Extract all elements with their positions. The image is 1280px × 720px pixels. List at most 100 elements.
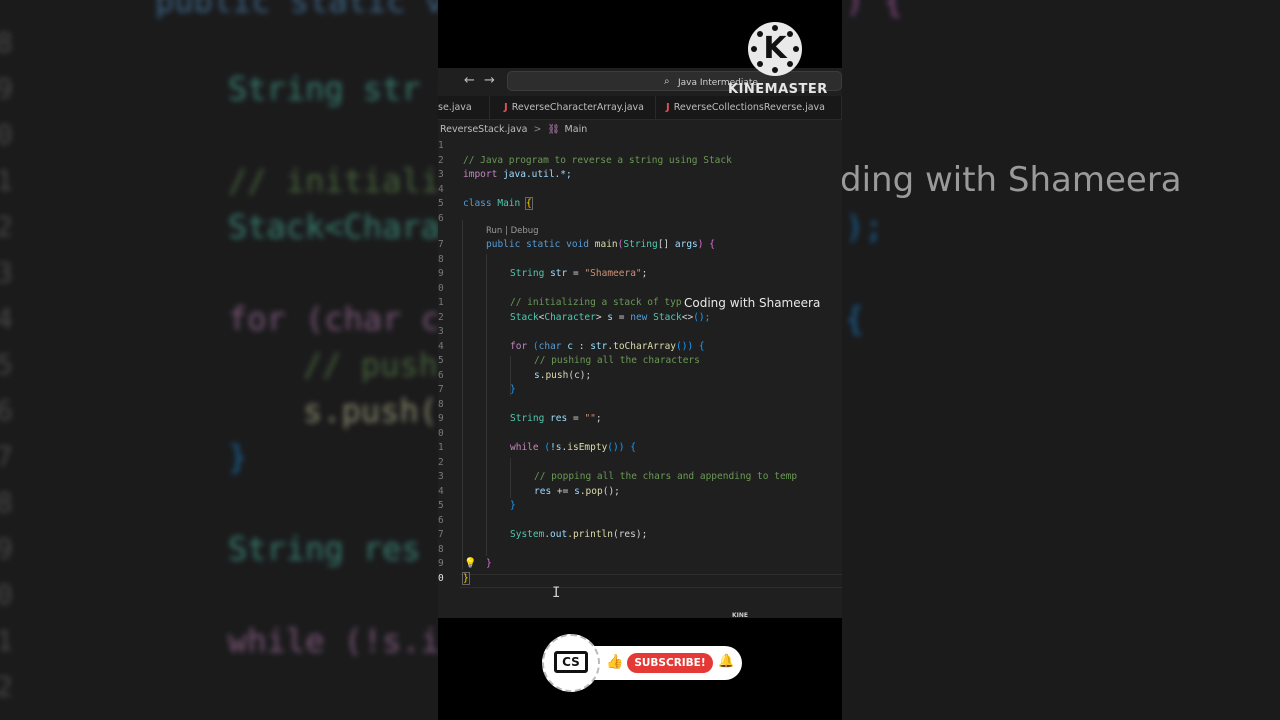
code-token: { bbox=[698, 340, 705, 352]
thumbs-up-icon[interactable]: 👍 bbox=[606, 654, 623, 670]
code-area[interactable]: 1 2 3 4 5 6 7 8 9 0 1 2 3 4 5 6 7 8 9 0 … bbox=[438, 140, 842, 610]
line-number: 0 bbox=[438, 572, 444, 584]
code-token: import bbox=[463, 169, 498, 180]
line-number: 7 bbox=[438, 384, 444, 395]
code-token: c bbox=[567, 340, 573, 352]
code-token: Stack bbox=[653, 311, 682, 323]
code-token: .toCharArray bbox=[607, 340, 677, 352]
code-token: main bbox=[594, 239, 618, 250]
background-line-number: 0 bbox=[0, 578, 13, 611]
text-cursor-icon: I bbox=[552, 585, 561, 601]
code-token: Main bbox=[497, 198, 521, 209]
indent-guide bbox=[510, 458, 511, 498]
background-code-line: ); bbox=[845, 208, 884, 246]
code-token: class bbox=[463, 198, 492, 209]
code-token: .push bbox=[539, 369, 569, 381]
code-token: ()) bbox=[607, 442, 625, 453]
code-comment: // popping all the chars and appending t… bbox=[534, 471, 798, 482]
background-code-line: String res bbox=[228, 530, 421, 568]
code-line: s.push(c); bbox=[534, 370, 591, 381]
codelens-run-debug[interactable]: Run | Debug bbox=[486, 226, 539, 236]
code-token: [] bbox=[657, 239, 670, 250]
breadcrumb-file[interactable]: ReverseStack.java bbox=[440, 124, 527, 135]
background-line-number: 1 bbox=[0, 624, 13, 657]
breadcrumb-separator: > bbox=[533, 124, 542, 135]
code-token: = bbox=[618, 311, 625, 323]
logo-dot bbox=[787, 31, 793, 37]
code-token: String bbox=[510, 413, 545, 424]
background-line-number: 3 bbox=[0, 256, 13, 289]
indent-guide bbox=[486, 254, 487, 556]
current-line-highlight bbox=[460, 574, 842, 588]
background-line-number: 6 bbox=[0, 394, 13, 427]
arrow-right-icon[interactable]: → bbox=[484, 73, 495, 88]
logo-dot bbox=[757, 31, 763, 37]
arrow-left-icon[interactable]: ← bbox=[464, 73, 475, 88]
search-icon: ⌕ bbox=[664, 76, 670, 87]
background-code-line: Stack<Charac bbox=[228, 208, 460, 246]
code-line: public static void main(String[] args) { bbox=[486, 239, 715, 250]
background-line-number: 1 bbox=[0, 164, 13, 197]
code-token: "Shameera" bbox=[584, 268, 642, 279]
lightbulb-icon[interactable]: 💡 bbox=[464, 558, 476, 569]
bell-icon[interactable]: 🔔 bbox=[718, 654, 734, 669]
line-number: 4 bbox=[438, 485, 444, 497]
kinemaster-label: KINEMASTER bbox=[728, 82, 828, 97]
code-line: System.out.println(res); bbox=[510, 529, 647, 540]
line-number: 5 bbox=[438, 355, 444, 366]
logo-dot bbox=[787, 61, 793, 67]
code-token: (c); bbox=[568, 369, 592, 381]
code-token: String bbox=[623, 239, 658, 250]
line-number: 5 bbox=[438, 500, 444, 511]
code-token: Character bbox=[544, 311, 596, 323]
breadcrumb-symbol[interactable]: Main bbox=[565, 124, 588, 135]
code-token: Stack bbox=[510, 311, 539, 323]
tab-reverse-collections-reverse[interactable]: J ReverseCollectionsReverse.java bbox=[656, 96, 842, 120]
background-code-line: ) { bbox=[845, 0, 903, 20]
tab-reverse-character-array[interactable]: J ReverseCharacterArray.java bbox=[490, 96, 656, 120]
indent-guide bbox=[462, 220, 463, 570]
code-token: System bbox=[510, 529, 545, 540]
background-gutter: 8 9 0 1 2 3 4 5 6 7 8 9 0 1 2 bbox=[0, 0, 40, 720]
subscribe-button[interactable]: SUBSCRIBE! bbox=[627, 653, 713, 673]
class-symbol-icon: ⛓ bbox=[547, 124, 560, 135]
line-number: 5 bbox=[438, 198, 444, 209]
channel-logo: CS bbox=[542, 634, 600, 692]
code-token: args bbox=[674, 239, 698, 250]
tab-reverse-stack[interactable]: se.java bbox=[438, 96, 490, 120]
code-token: ()) bbox=[676, 340, 694, 352]
background-line-number: 2 bbox=[0, 670, 13, 703]
background-line-number: 0 bbox=[0, 118, 13, 151]
code-token: } bbox=[510, 384, 516, 395]
java-file-icon: J bbox=[504, 102, 508, 113]
logo-dot bbox=[757, 61, 763, 67]
code-token: { bbox=[709, 239, 715, 250]
code-token: ; bbox=[641, 268, 648, 279]
line-number: 9 bbox=[438, 268, 444, 279]
background-line-number: 9 bbox=[0, 72, 13, 105]
code-token: char bbox=[538, 340, 562, 352]
code-line: String res = ""; bbox=[510, 413, 602, 424]
code-editor-window: ← → ⌕ Java Intermediate se.java J Reverse… bbox=[438, 68, 842, 618]
line-number: 8 bbox=[438, 398, 444, 410]
channel-logo-mark: CS bbox=[554, 651, 588, 673]
line-number: 2 bbox=[438, 456, 444, 468]
line-number: 3 bbox=[438, 169, 444, 180]
code-token: <> bbox=[681, 311, 694, 323]
line-number: 4 bbox=[438, 183, 444, 195]
background-line-number: 5 bbox=[0, 348, 13, 381]
logo-dot bbox=[772, 67, 778, 73]
code-line: class Main { bbox=[463, 197, 533, 210]
line-number: 7 bbox=[438, 239, 444, 250]
code-token: { bbox=[630, 442, 636, 453]
line-number: 4 bbox=[438, 340, 444, 352]
code-token: (); bbox=[602, 485, 620, 497]
line-number: 8 bbox=[438, 253, 444, 265]
line-number: 8 bbox=[438, 543, 444, 555]
background-line-number: 7 bbox=[0, 440, 13, 473]
line-number: 0 bbox=[438, 427, 444, 439]
kinemaster-small-label: KINE bbox=[732, 612, 749, 619]
background-code-line: while (!s.i bbox=[228, 622, 440, 660]
line-number: 9 bbox=[438, 413, 444, 424]
code-token: static bbox=[526, 239, 561, 250]
